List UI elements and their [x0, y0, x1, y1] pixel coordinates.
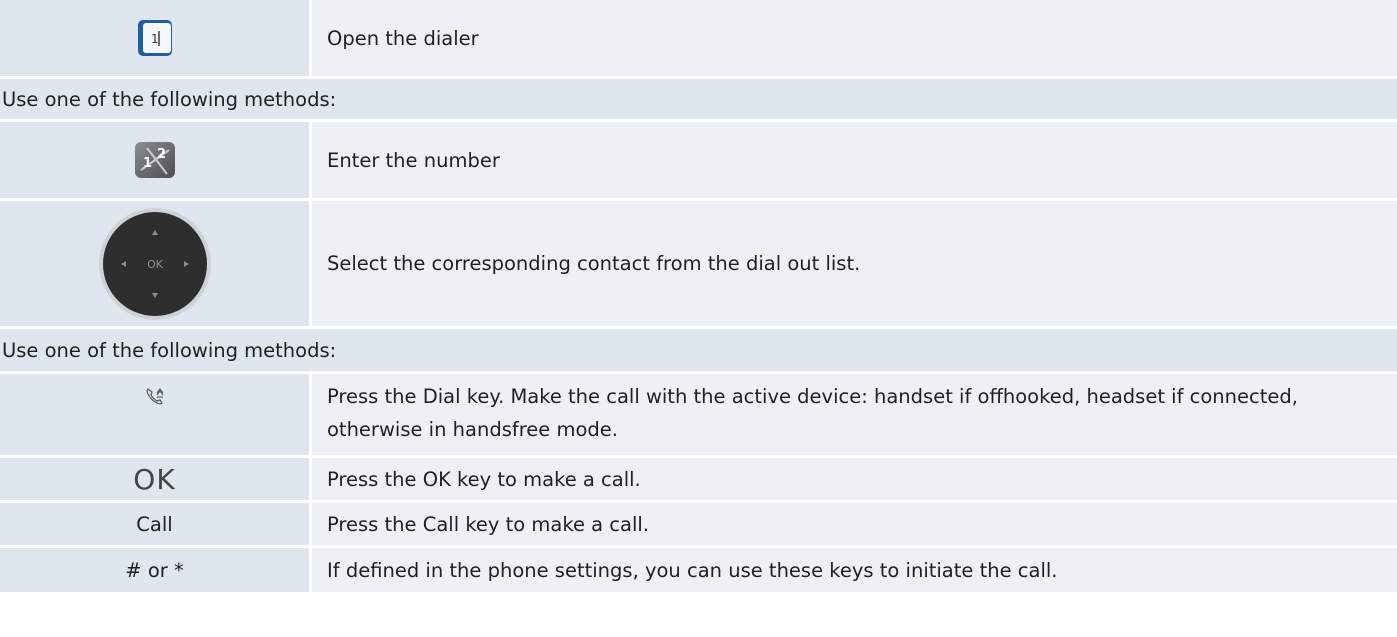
dial-key-icon	[146, 388, 163, 405]
table-row: # or * If defined in the phone settings,…	[0, 548, 1397, 595]
row-description: Open the dialer	[312, 0, 1397, 76]
table-row: Press the Dial key. Make the call with t…	[0, 374, 1397, 458]
call-key-label: Call	[136, 512, 173, 536]
icon-cell: OK	[0, 201, 312, 326]
icon-cell: 1	[0, 0, 312, 76]
table-row: OK Press the OK key to make a call.	[0, 458, 1397, 503]
table-row: 1 2 Enter the number	[0, 122, 1397, 201]
keypad-icon: 1 2	[134, 142, 175, 178]
section-header: Use one of the following methods:	[0, 329, 1397, 374]
dialer-key-text: 1	[151, 32, 159, 46]
svg-text:2: 2	[157, 147, 166, 162]
icon-cell: Call	[0, 503, 312, 545]
row-description: Press the Dial key. Make the call with t…	[312, 374, 1397, 455]
table-row: Call Press the Call key to make a call.	[0, 503, 1397, 548]
icon-cell: # or *	[0, 548, 312, 592]
icon-cell: 1 2	[0, 122, 312, 198]
row-description: Press the Call key to make a call.	[312, 503, 1397, 545]
navigator-ok-label: OK	[147, 258, 164, 271]
row-description: Enter the number	[312, 122, 1397, 198]
ok-key-label: OK	[133, 462, 176, 496]
navigator-ok-icon: OK	[98, 207, 211, 320]
table-row: OK Select the corresponding contact from…	[0, 201, 1397, 329]
row-description: Select the corresponding contact from th…	[312, 201, 1397, 326]
row-description: Press the OK key to make a call.	[312, 458, 1397, 500]
row-description: If defined in the phone settings, you ca…	[312, 548, 1397, 592]
svg-text:1: 1	[143, 156, 152, 171]
section-header: Use one of the following methods:	[0, 79, 1397, 122]
dialer-key-icon: 1	[137, 20, 172, 56]
icon-cell: OK	[0, 458, 312, 500]
hash-star-key-label: # or *	[125, 558, 184, 582]
table-row: 1 Open the dialer	[0, 0, 1397, 79]
icon-cell	[0, 374, 312, 455]
